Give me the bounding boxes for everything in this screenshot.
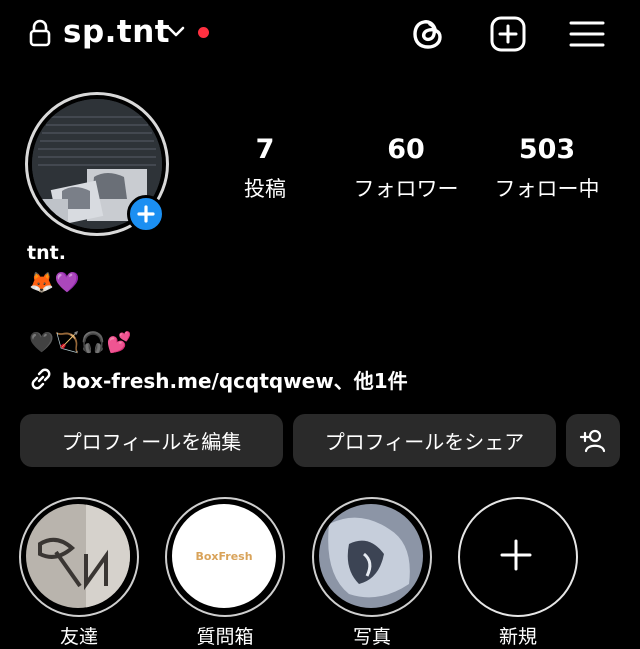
highlight-thumbnail: [319, 504, 423, 608]
highlight-thumbnail: [26, 504, 130, 608]
highlight-label: 新規: [498, 626, 537, 648]
highlight-friends[interactable]: [19, 497, 139, 617]
stat-followers[interactable]: 60 フォロワー: [345, 135, 467, 204]
followers-label: フォロワー: [353, 177, 459, 201]
discover-people-button[interactable]: [566, 414, 620, 467]
chevron-down-icon[interactable]: [166, 24, 186, 40]
bio-link[interactable]: box-fresh.me/qcqtqwew、他1件: [28, 364, 408, 394]
new-post-icon[interactable]: [488, 14, 528, 54]
link-text: box-fresh.me/qcqtqwew、他1件: [62, 368, 408, 393]
highlight-new[interactable]: [458, 497, 578, 617]
link-icon: [31, 368, 51, 390]
edit-profile-button[interactable]: プロフィールを編集: [20, 414, 283, 467]
boxfresh-logo: BoxFresh: [195, 549, 253, 563]
add-person-icon: [579, 429, 606, 452]
highlight-photos[interactable]: [312, 497, 432, 617]
notification-dot: [198, 27, 209, 38]
menu-icon[interactable]: [567, 14, 607, 54]
share-profile-button[interactable]: プロフィールをシェア: [293, 414, 556, 467]
bio-emoji-line-2: 🖤🏹🎧💕: [29, 330, 133, 354]
highlight-label: 友達: [59, 626, 98, 648]
posts-count: 7: [255, 134, 275, 165]
threads-icon[interactable]: [408, 14, 448, 54]
top-bar: sp.tnt: [0, 0, 640, 68]
add-story-plus-icon[interactable]: [127, 195, 165, 233]
followers-count: 60: [387, 134, 425, 165]
following-label: フォロー中: [494, 177, 600, 201]
username[interactable]: sp.tnt: [63, 14, 170, 50]
following-count: 503: [518, 134, 576, 165]
stat-posts[interactable]: 7 投稿: [225, 135, 305, 204]
highlight-label: 質問箱: [196, 626, 254, 648]
highlight-question-box[interactable]: BoxFresh: [165, 497, 285, 617]
bio-emoji-line-1: 🦊💜: [29, 270, 81, 294]
highlight-label: 写真: [352, 626, 391, 648]
posts-label: 投稿: [244, 177, 286, 201]
display-name: tnt.: [27, 242, 66, 264]
highlight-thumbnail: BoxFresh: [172, 504, 276, 608]
stat-following[interactable]: 503 フォロー中: [487, 135, 607, 204]
plus-icon: [500, 539, 532, 571]
lock-icon: [29, 19, 51, 47]
